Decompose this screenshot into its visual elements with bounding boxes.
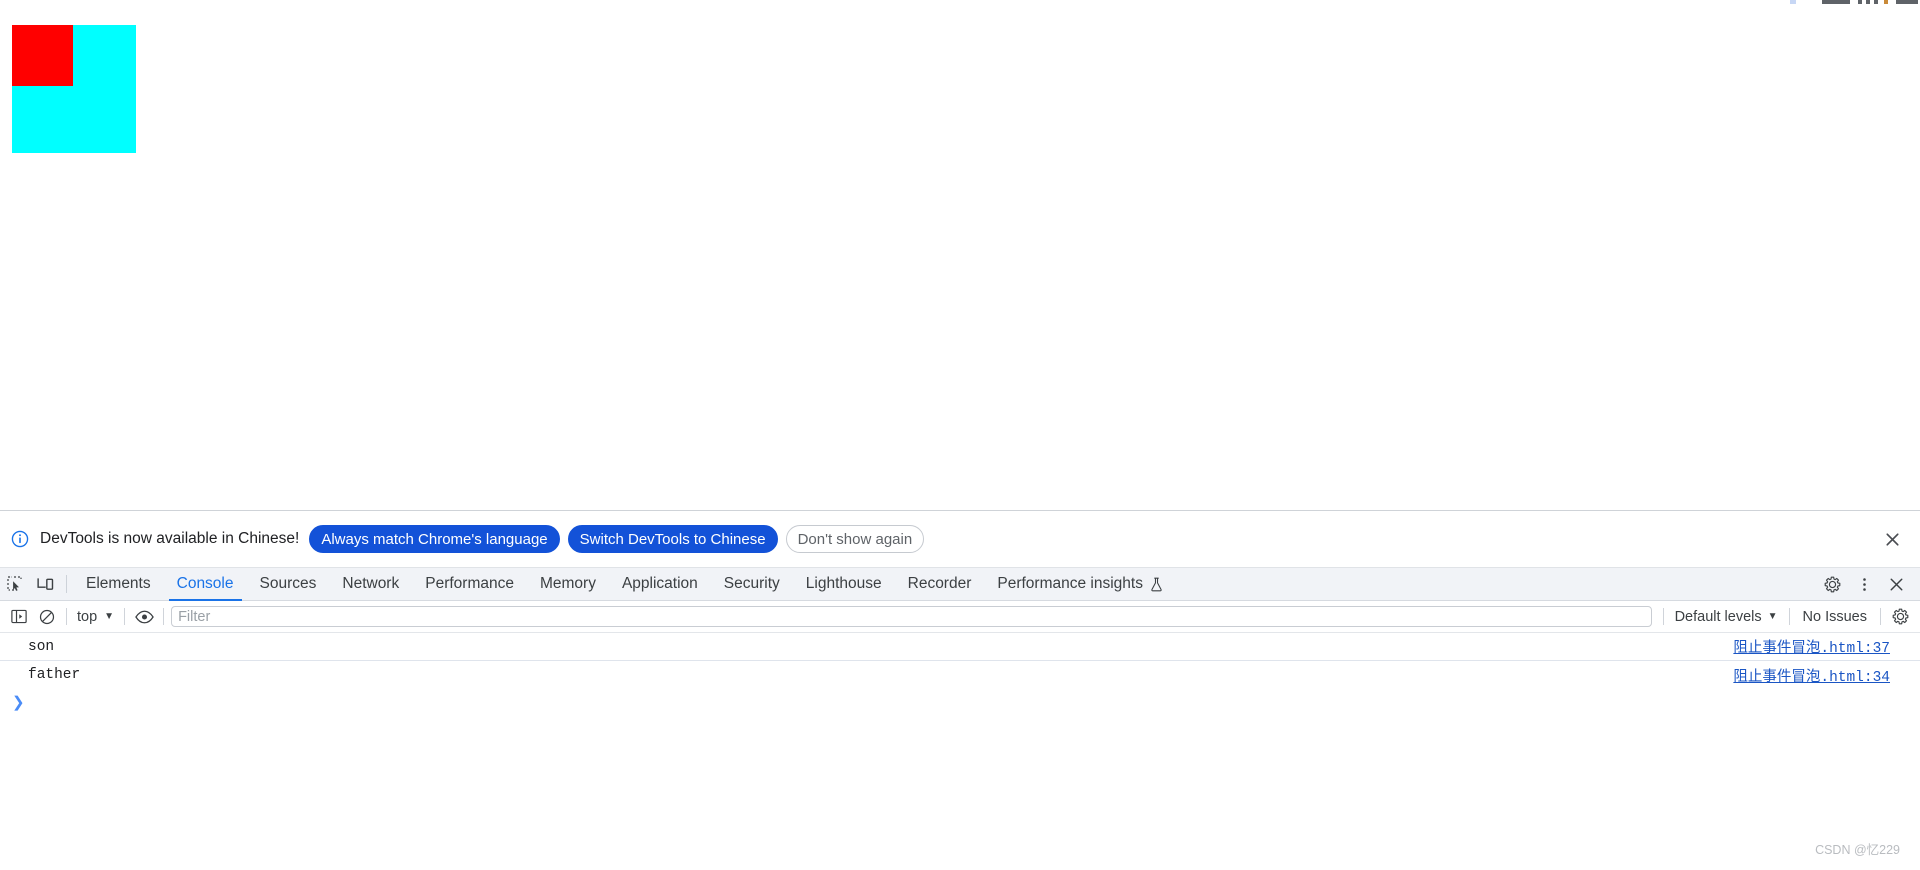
tab-sources[interactable]: Sources <box>247 568 330 600</box>
gear-icon[interactable] <box>1816 576 1848 593</box>
more-options-icon[interactable] <box>1848 576 1880 593</box>
tab-memory[interactable]: Memory <box>527 568 609 600</box>
tab-label: Performance <box>425 575 514 592</box>
devtools-tab-bar: Elements Console Sources Network Perform… <box>0 568 1920 601</box>
browser-chrome-sliver <box>0 0 1920 4</box>
toolbar-divider <box>1788 608 1790 625</box>
tab-performance-insights[interactable]: Performance insights <box>984 568 1176 600</box>
tab-application[interactable]: Application <box>609 568 711 600</box>
log-levels-label: Default levels <box>1674 608 1762 625</box>
tab-lighthouse[interactable]: Lighthouse <box>793 568 895 600</box>
device-toolbar-icon[interactable] <box>30 568 60 600</box>
watermark: CSDN @忆229 <box>1815 843 1900 857</box>
console-prompt-input[interactable] <box>33 689 1920 715</box>
tab-label: Console <box>176 575 234 592</box>
toolbar-divider <box>66 608 67 625</box>
info-circle-icon <box>10 529 30 549</box>
chrome-ui-fragment <box>1874 0 1878 4</box>
console-log-text: son <box>28 638 55 655</box>
tab-network[interactable]: Network <box>329 568 412 600</box>
console-settings-gear-icon[interactable] <box>1886 604 1914 630</box>
tab-label: Lighthouse <box>805 575 882 592</box>
live-expressions-eye-icon[interactable] <box>130 604 158 630</box>
chrome-ui-fragment <box>1858 0 1862 4</box>
console-prompt-row[interactable]: ❯ <box>0 689 1920 715</box>
dont-show-again-button[interactable]: Don't show again <box>785 525 925 553</box>
filter-input[interactable] <box>171 606 1652 627</box>
toolbar-divider <box>163 608 165 625</box>
tabbar-right-controls <box>1803 568 1920 600</box>
devtools-language-infobar: DevTools is now available in Chinese! Al… <box>0 511 1920 568</box>
console-log-source-link[interactable]: 阻止事件冒泡.html:37 <box>1733 636 1890 657</box>
clear-console-icon[interactable] <box>33 604 61 630</box>
tab-label: Memory <box>539 575 596 592</box>
cyan-outer-box[interactable] <box>12 25 136 153</box>
devtools-panel: DevTools is now available in Chinese! Al… <box>0 510 1920 870</box>
execution-context-selector[interactable]: top ▼ <box>72 606 119 628</box>
browser-page-viewport <box>0 0 1920 510</box>
prompt-caret-icon: ❯ <box>12 693 25 711</box>
switch-devtools-to-chinese-button[interactable]: Switch DevTools to Chinese <box>567 525 778 553</box>
flask-icon <box>1150 577 1163 592</box>
chrome-ui-fragment <box>1896 0 1918 4</box>
console-log-row[interactable]: father 阻止事件冒泡.html:34 <box>0 661 1920 689</box>
chrome-ui-fragment <box>1866 0 1870 4</box>
chrome-ui-fragment <box>1822 0 1850 4</box>
tab-recorder[interactable]: Recorder <box>895 568 985 600</box>
chrome-ui-fragment <box>1790 0 1796 4</box>
tab-performance[interactable]: Performance <box>412 568 527 600</box>
tab-security[interactable]: Security <box>711 568 793 600</box>
chevron-down-icon: ▼ <box>104 611 115 622</box>
log-levels-selector[interactable]: Default levels ▼ <box>1669 609 1784 625</box>
console-log-text: father <box>28 667 81 683</box>
tab-label: Recorder <box>907 575 972 592</box>
red-inner-box[interactable] <box>12 25 73 86</box>
console-toolbar: top ▼ Default levels ▼ No Issues <box>0 601 1920 633</box>
toolbar-divider <box>124 608 126 625</box>
tab-label: Elements <box>86 575 151 592</box>
tab-label: Security <box>723 575 780 592</box>
toolbar-divider <box>1880 608 1881 625</box>
chevron-down-icon: ▼ <box>1767 611 1778 622</box>
chrome-ui-fragment <box>1884 0 1888 4</box>
tab-label: Application <box>621 575 698 592</box>
console-log-row[interactable]: son 阻止事件冒泡.html:37 <box>0 633 1920 661</box>
issues-status[interactable]: No Issues <box>1795 609 1875 625</box>
tabbar-divider <box>66 575 67 593</box>
infobar-message: DevTools is now available in Chinese! <box>40 530 300 547</box>
tab-console[interactable]: Console <box>164 568 247 601</box>
console-message-list: son 阻止事件冒泡.html:37 father 阻止事件冒泡.html:34… <box>0 633 1920 870</box>
console-sidebar-toggle-icon[interactable] <box>5 604 33 630</box>
execution-context-label: top <box>77 608 98 625</box>
tab-label: Sources <box>259 575 317 592</box>
toolbar-divider <box>1662 608 1664 625</box>
close-icon[interactable] <box>1878 525 1906 553</box>
tab-label: Network <box>342 575 400 592</box>
tab-elements[interactable]: Elements <box>73 568 164 600</box>
console-log-source-link[interactable]: 阻止事件冒泡.html:34 <box>1733 665 1890 686</box>
close-devtools-icon[interactable] <box>1880 577 1912 592</box>
inspect-element-icon[interactable] <box>0 568 30 600</box>
always-match-chrome-language-button[interactable]: Always match Chrome's language <box>309 525 560 553</box>
tab-label: Performance insights <box>997 575 1143 592</box>
